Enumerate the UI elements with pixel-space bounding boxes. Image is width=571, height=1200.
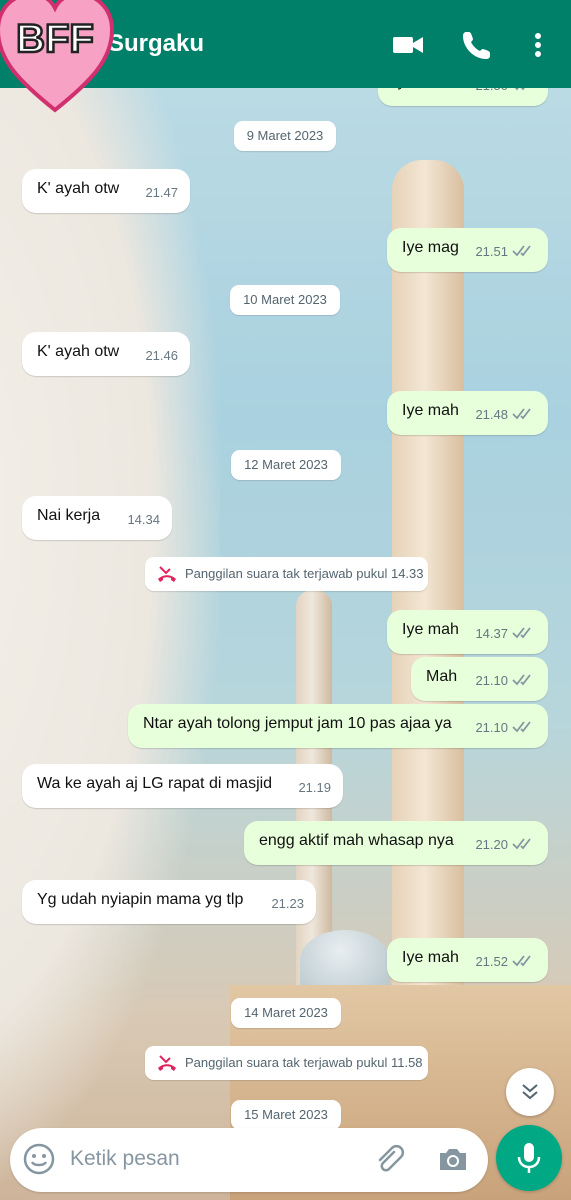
message-time: 21.48 [475, 407, 508, 422]
date-separator: 12 Maret 2023 [231, 450, 341, 480]
message-text: K' ayah otw [37, 180, 120, 197]
message-outgoing[interactable]: Iye mah 21.48 [387, 391, 548, 435]
more-options-icon[interactable] [522, 28, 554, 62]
video-call-icon[interactable] [391, 28, 425, 62]
missed-call-icon [158, 1055, 176, 1071]
wallpaper-canopy [0, 60, 220, 1200]
message-outgoing[interactable]: Iye mah 21.52 [387, 938, 548, 982]
message-outgoing[interactable]: Ntar ayah tolong jemput jam 10 pas ajaa … [128, 704, 548, 748]
message-time: 21.46 [145, 348, 178, 363]
missed-call-notice[interactable]: Panggilan suara tak terjawab pukul 11.58 [145, 1046, 428, 1080]
message-incoming[interactable]: K' ayah otw 21.47 [22, 169, 190, 213]
message-text: K' ayah otw [37, 343, 120, 360]
missed-call-notice[interactable]: Panggilan suara tak terjawab pukul 14.33 [145, 557, 428, 591]
message-time: 21.10 [475, 720, 508, 735]
message-time: 21.23 [271, 896, 304, 911]
message-input[interactable]: Ketik pesan [70, 1147, 180, 1171]
message-time: 21.51 [475, 244, 508, 259]
voice-message-button[interactable] [496, 1125, 562, 1191]
read-ticks-icon [512, 408, 531, 420]
message-time: 14.37 [475, 626, 508, 641]
camera-icon[interactable] [436, 1142, 470, 1176]
message-text: Yg udah nyiapin mama yg tlp [37, 891, 244, 908]
date-separator: 15 Maret 2023 [231, 1100, 341, 1130]
read-ticks-icon [512, 955, 531, 967]
message-incoming[interactable]: Yg udah nyiapin mama yg tlp 21.23 [22, 880, 316, 924]
message-incoming[interactable]: K' ayah otw 21.46 [22, 332, 190, 376]
message-outgoing[interactable]: Iye mah 14.37 [387, 610, 548, 654]
message-time: 21.47 [145, 185, 178, 200]
message-incoming[interactable]: Nai kerja 14.34 [22, 496, 172, 540]
message-time: 14.34 [127, 512, 160, 527]
message-outgoing[interactable]: Mah 21.10 [411, 657, 548, 701]
message-time: 21.52 [475, 954, 508, 969]
date-separator: 10 Maret 2023 [230, 285, 340, 315]
microphone-icon [517, 1143, 541, 1173]
message-text: Nai kerja [37, 507, 101, 524]
message-text: Iye mag [402, 239, 459, 256]
sticker-text: BFF [16, 17, 94, 61]
missed-call-icon [158, 566, 176, 582]
missed-call-text: Panggilan suara tak terjawab pukul 14.33 [185, 566, 424, 581]
read-ticks-icon [512, 674, 531, 686]
message-text: Iye mah [402, 621, 459, 638]
message-composer[interactable]: Ketik pesan [10, 1128, 488, 1192]
message-incoming[interactable]: Wa ke ayah aj LG rapat di masjid 21.19 [22, 764, 343, 808]
read-ticks-icon [512, 627, 531, 639]
date-separator: 14 Maret 2023 [231, 998, 341, 1028]
message-text: engg aktif mah whasap nya [259, 832, 454, 849]
voice-call-icon[interactable] [460, 28, 494, 62]
message-outgoing[interactable]: engg aktif mah whasap nya 21.20 [244, 821, 548, 865]
message-time: 21.10 [475, 673, 508, 688]
attach-icon[interactable] [372, 1142, 406, 1176]
read-ticks-icon [512, 838, 531, 850]
message-time: 21.20 [475, 837, 508, 852]
read-ticks-icon [512, 721, 531, 733]
read-ticks-icon [512, 245, 531, 257]
message-text: Iye mah [402, 949, 459, 966]
wallpaper-dome [300, 930, 390, 990]
contact-name[interactable]: Surgaku [108, 30, 204, 58]
message-text: Mah [426, 668, 458, 685]
message-text: Ntar ayah tolong jemput jam 10 pas ajaa … [143, 715, 452, 732]
date-separator: 9 Maret 2023 [234, 121, 336, 151]
scroll-to-bottom-button[interactable] [506, 1068, 554, 1116]
double-chevron-down-icon [522, 1084, 538, 1100]
message-outgoing[interactable]: Iye mag 21.51 [387, 228, 548, 272]
message-text: Iye mah [402, 402, 459, 419]
bff-heart-sticker: BFF [0, 0, 115, 113]
message-time: 21.19 [298, 780, 331, 795]
message-text: Wa ke ayah aj LG rapat di masjid [37, 775, 273, 792]
emoji-icon[interactable] [22, 1142, 56, 1176]
missed-call-text: Panggilan suara tak terjawab pukul 11.58 [185, 1055, 423, 1070]
